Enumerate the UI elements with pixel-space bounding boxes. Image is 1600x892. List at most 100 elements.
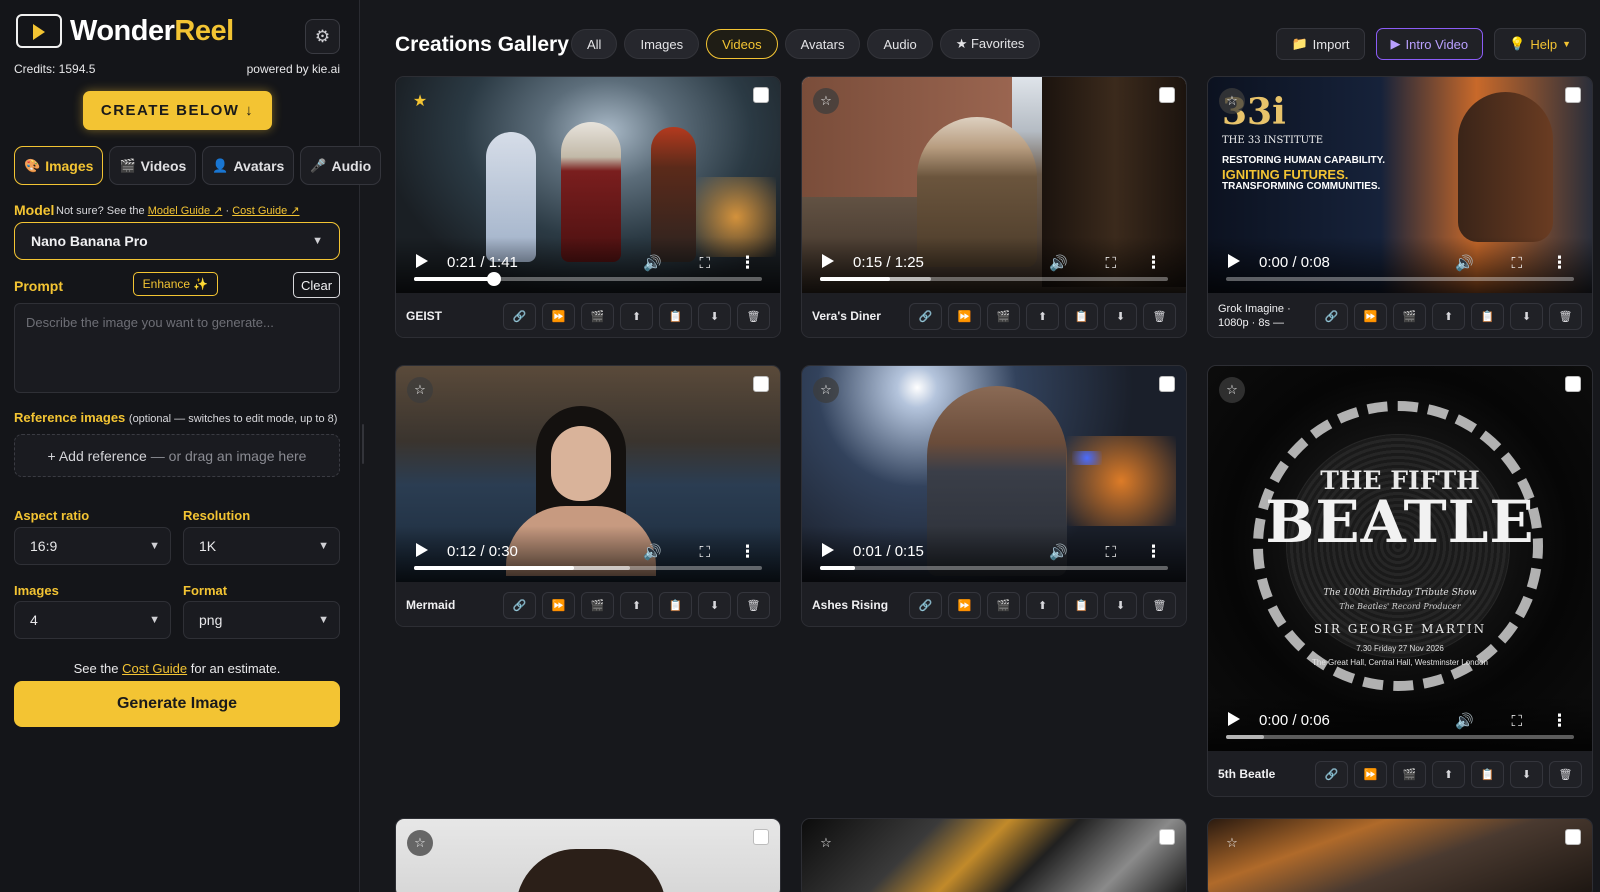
gallery-card[interactable]: ☆ (801, 818, 1187, 892)
intro-video-button[interactable]: ▶ Intro Video (1375, 28, 1484, 60)
upload-button[interactable]: ⬆ (1026, 302, 1059, 330)
extend-button[interactable]: ⏩ (948, 591, 981, 619)
upload-button[interactable]: ⬆ (620, 591, 653, 619)
star-icon[interactable]: ☆ (407, 377, 433, 403)
gallery-card[interactable]: ☆ (395, 818, 781, 892)
star-icon[interactable]: ☆ (1219, 830, 1245, 856)
star-icon[interactable]: ☆ (1219, 377, 1245, 403)
play-icon[interactable] (822, 254, 834, 268)
enhance-button[interactable]: Enhance ✨ (133, 272, 218, 296)
volume-icon[interactable]: 🔊 (643, 543, 662, 561)
fullscreen-icon[interactable]: ⛶ (1511, 713, 1522, 730)
seek-bar[interactable] (1226, 277, 1574, 281)
gallery-card[interactable]: ☆ 0:12 / 0:30 🔊 ⛶ ⋮ Mermaid 🔗 ⏩ 🎬 ⬆ 📋 ⬇ … (395, 365, 781, 627)
aspect-ratio-select[interactable]: 16:9 ▼ (14, 527, 171, 565)
select-checkbox[interactable] (753, 376, 769, 392)
video-player[interactable]: ★ 0:21 / 1:41 🔊 ⛶ ⋮ (396, 77, 780, 293)
sidebar-resize-handle[interactable] (362, 424, 364, 464)
clipboard-button[interactable]: 📋 (659, 302, 692, 330)
gallery-card[interactable]: ☆ 0:01 / 0:15 🔊 ⛶ ⋮ Ashes Rising 🔗 ⏩ 🎬 ⬆… (801, 365, 1187, 627)
download-button[interactable]: ⬇ (698, 591, 731, 619)
clipboard-button[interactable]: 📋 (1065, 302, 1098, 330)
images-count-select[interactable]: 4 ▼ (14, 601, 171, 639)
trash-button[interactable]: 🗑 (737, 591, 770, 619)
play-icon[interactable] (1228, 712, 1240, 726)
link-button[interactable]: 🔗 (1315, 302, 1348, 330)
star-icon[interactable]: ★ (407, 88, 433, 114)
seek-bar[interactable] (820, 277, 1168, 281)
more-options-icon[interactable]: ⋮ (1145, 253, 1162, 273)
link-button[interactable]: 🔗 (909, 591, 942, 619)
download-button[interactable]: ⬇ (1104, 302, 1137, 330)
trash-button[interactable]: 🗑 (1143, 302, 1176, 330)
download-button[interactable]: ⬇ (1510, 302, 1543, 330)
clapper-button[interactable]: 🎬 (987, 591, 1020, 619)
select-checkbox[interactable] (1565, 87, 1581, 103)
add-reference-dropzone[interactable]: + Add reference — or drag an image here (14, 434, 340, 477)
cost-guide-link-bottom[interactable]: Cost Guide (122, 661, 187, 676)
star-icon[interactable]: ☆ (813, 830, 839, 856)
link-button[interactable]: 🔗 (1315, 760, 1348, 788)
filter-videos[interactable]: Videos (706, 29, 778, 59)
select-checkbox[interactable] (753, 829, 769, 845)
trash-button[interactable]: 🗑 (1549, 760, 1582, 788)
fullscreen-icon[interactable]: ⛶ (1511, 255, 1522, 272)
volume-icon[interactable]: 🔊 (1049, 543, 1068, 561)
volume-icon[interactable]: 🔊 (643, 254, 662, 272)
trash-button[interactable]: 🗑 (1143, 591, 1176, 619)
link-button[interactable]: 🔗 (909, 302, 942, 330)
mode-tab-videos[interactable]: 🎬 Videos (109, 146, 197, 185)
seek-bar[interactable] (1226, 735, 1574, 739)
fullscreen-icon[interactable]: ⛶ (699, 544, 710, 561)
upload-button[interactable]: ⬆ (620, 302, 653, 330)
create-below-button[interactable]: CREATE BELOW ↓ (83, 91, 272, 130)
filter-images[interactable]: Images (624, 29, 700, 59)
cost-guide-link[interactable]: Cost Guide ↗ (232, 205, 299, 217)
settings-button[interactable]: ⚙ (305, 19, 340, 54)
clapper-button[interactable]: 🎬 (987, 302, 1020, 330)
select-checkbox[interactable] (1159, 829, 1175, 845)
fullscreen-icon[interactable]: ⛶ (699, 255, 710, 272)
clapper-button[interactable]: 🎬 (1393, 760, 1426, 788)
clipboard-button[interactable]: 📋 (1065, 591, 1098, 619)
trash-button[interactable]: 🗑 (737, 302, 770, 330)
clipboard-button[interactable]: 📋 (659, 591, 692, 619)
prompt-textarea[interactable]: Describe the image you want to generate.… (14, 303, 340, 393)
volume-icon[interactable]: 🔊 (1455, 712, 1474, 730)
select-checkbox[interactable] (753, 87, 769, 103)
seek-handle[interactable] (487, 272, 502, 286)
download-button[interactable]: ⬇ (1510, 760, 1543, 788)
filter-favorites[interactable]: ★ Favorites (939, 29, 1041, 59)
download-button[interactable]: ⬇ (698, 302, 731, 330)
extend-button[interactable]: ⏩ (1354, 302, 1387, 330)
resolution-select[interactable]: 1K ▼ (183, 527, 340, 565)
video-player[interactable]: ☆ 0:12 / 0:30 🔊 ⛶ ⋮ (396, 366, 780, 582)
video-player[interactable]: 33i THE 33 INSTITUTE RESTORING HUMAN CAPAB… (1208, 77, 1592, 293)
gallery-card[interactable]: ☆ (1207, 818, 1593, 892)
mode-tab-audio[interactable]: 🎤 Audio (300, 146, 382, 185)
star-icon[interactable]: ☆ (813, 88, 839, 114)
upload-button[interactable]: ⬆ (1432, 760, 1465, 788)
star-icon[interactable]: ☆ (407, 830, 433, 856)
star-icon[interactable]: ☆ (1219, 88, 1245, 114)
mode-tab-images[interactable]: 🎨 Images (14, 146, 104, 185)
gallery-card[interactable]: ☆ 0:15 / 1:25 🔊 ⛶ ⋮ Vera's Diner 🔗 ⏩ 🎬 ⬆… (801, 76, 1187, 338)
fullscreen-icon[interactable]: ⛶ (1105, 255, 1116, 272)
extend-button[interactable]: ⏩ (542, 591, 575, 619)
seek-bar[interactable] (414, 566, 762, 570)
filter-avatars[interactable]: Avatars (784, 29, 861, 59)
format-select[interactable]: png ▼ (183, 601, 340, 639)
play-icon[interactable] (416, 543, 428, 557)
link-button[interactable]: 🔗 (503, 591, 536, 619)
download-button[interactable]: ⬇ (1104, 591, 1137, 619)
extend-button[interactable]: ⏩ (1354, 760, 1387, 788)
select-checkbox[interactable] (1565, 829, 1581, 845)
video-player[interactable]: ☆ 0:15 / 1:25 🔊 ⛶ ⋮ (802, 77, 1186, 293)
gallery-card[interactable]: ★ 0:21 / 1:41 🔊 ⛶ ⋮ GEIST 🔗⏩� (395, 76, 781, 338)
model-guide-link[interactable]: Model Guide ↗ (148, 205, 223, 217)
clipboard-button[interactable]: 📋 (1471, 302, 1504, 330)
seek-bar[interactable] (820, 566, 1168, 570)
help-button[interactable]: 💡 Help ▼ (1494, 28, 1586, 60)
play-icon[interactable] (822, 543, 834, 557)
more-options-icon[interactable]: ⋮ (739, 253, 756, 273)
